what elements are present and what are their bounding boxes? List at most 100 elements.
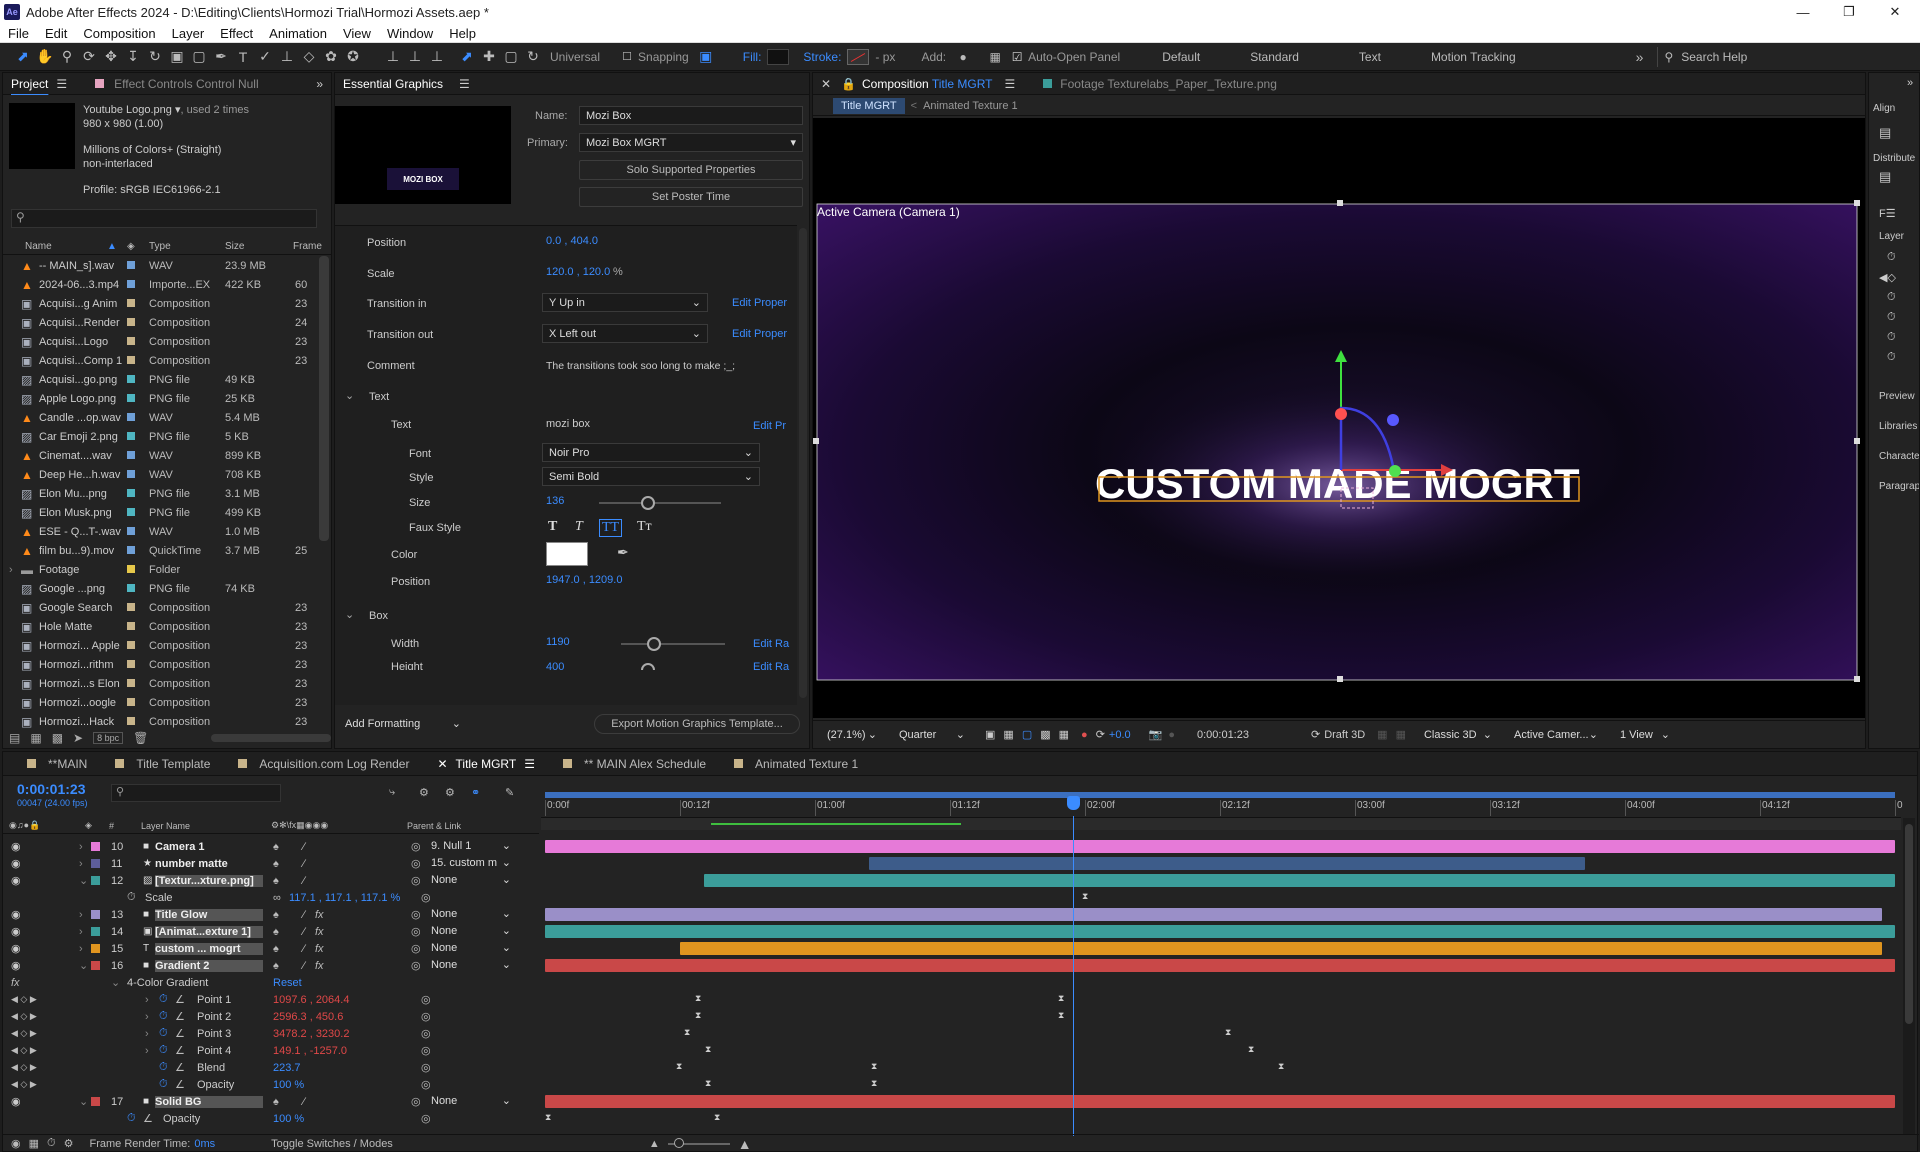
work-area-bar[interactable] xyxy=(545,792,1895,798)
keyframe-icon[interactable]: ⧗ xyxy=(676,1062,682,1071)
y-rotate-handle[interactable] xyxy=(1389,465,1401,477)
effect-prop-row[interactable]: ◀ ◇ ▶ › ⏱ ∠ Point 4 149.1 , -1257.0 ◎ xyxy=(3,1042,539,1059)
pickwhip-icon[interactable]: ◎ xyxy=(421,891,431,904)
shy-icon[interactable]: ⚙ xyxy=(445,786,455,799)
label-color-swatch[interactable] xyxy=(127,641,135,649)
type-tool-icon[interactable]: T xyxy=(232,46,254,68)
libraries-panel-label[interactable]: Libraries xyxy=(1879,421,1917,432)
zoom-dropdown[interactable]: (27.1%) ⌄ xyxy=(821,725,883,744)
align-icon[interactable]: ▤ xyxy=(1879,125,1891,141)
timeline-layer-row[interactable]: ◉ › 11 ★ number matte ♠ ∕ ◎ 15. custom m ⌄ xyxy=(3,855,539,872)
snapshot-icon[interactable]: 📷 xyxy=(1149,728,1163,741)
pickwhip-icon[interactable]: ◎ xyxy=(411,942,421,955)
prop-value[interactable]: 2596.3 , 450.6 xyxy=(273,1011,343,1023)
layer-panel-label[interactable]: Layer xyxy=(1879,231,1904,242)
eg-tab[interactable]: Essential Graphics xyxy=(335,77,451,91)
effect-prop-row[interactable]: ◀ ◇ ▶ ⏱ ∠ Blend 223.7 ◎ xyxy=(3,1059,539,1076)
rectangle-tool-icon[interactable]: ▢ xyxy=(188,46,210,68)
set-poster-time-button[interactable]: Set Poster Time xyxy=(579,187,803,207)
expand-arrow-icon[interactable]: › xyxy=(145,994,149,1006)
text-position-value[interactable]: 1947.0 , 1209.0 xyxy=(546,574,622,586)
new-comp-icon[interactable]: ▩ xyxy=(52,731,63,745)
name-input[interactable]: Mozi Box xyxy=(579,106,803,125)
effect-controls-tab[interactable]: Effect Controls Control Null xyxy=(95,77,259,91)
layer-name[interactable]: [Animat...exture 1] xyxy=(155,925,263,938)
eye-icon[interactable]: ◉ xyxy=(11,959,21,972)
keyframe-nav-icon[interactable]: ◀ ◇ ▶ xyxy=(11,1028,37,1039)
crumb-animated-texture[interactable]: Animated Texture 1 xyxy=(923,100,1018,112)
scale-prop-value[interactable]: 117.1 , 117.1 , 117.1 % xyxy=(289,892,400,904)
size-slider-handle[interactable] xyxy=(641,496,655,510)
pickwhip-icon[interactable]: ◎ xyxy=(421,1078,431,1091)
scale-tool-icon[interactable]: ▢ xyxy=(500,46,522,68)
stroke-swatch[interactable] xyxy=(847,48,870,65)
close-button[interactable]: ✕ xyxy=(1872,0,1918,24)
switch-shy-icon[interactable]: ♠ xyxy=(273,875,279,887)
universal-move-icon[interactable]: ⬈ xyxy=(456,46,478,68)
brush-tool-icon[interactable]: ✓ xyxy=(254,46,276,68)
time-ruler[interactable]: 0:00f 00:12f 01:00f 01:12f 02:00f 02:12f 03:00… xyxy=(541,792,1903,818)
solid-opacity-value[interactable]: 100 % xyxy=(273,1113,304,1125)
camera-view-dropdown[interactable]: Active Camer... ⌄ xyxy=(1508,725,1604,744)
pickwhip-icon[interactable]: ◎ xyxy=(411,840,421,853)
graph-icon[interactable]: ∠ xyxy=(175,1044,185,1057)
primary-dropdown[interactable]: Mozi Box MGRT ▾ xyxy=(579,133,803,152)
switch-quality-icon[interactable]: ∕ xyxy=(303,943,305,955)
bounds-handle[interactable] xyxy=(1854,200,1860,206)
width-slider-track[interactable] xyxy=(621,643,725,645)
world-axis-icon[interactable]: ⊥ xyxy=(404,46,426,68)
faux-italic-button[interactable]: T xyxy=(575,519,583,535)
layer-name[interactable]: number matte xyxy=(155,858,263,870)
faux-bold-button[interactable]: T xyxy=(548,519,557,535)
bounds-handle[interactable] xyxy=(1337,676,1343,682)
project-item[interactable]: ▨ Apple Logo.png PNG file 25 KB xyxy=(3,389,319,408)
snap-options-icon[interactable]: ▣ xyxy=(695,46,717,68)
rotate-tool-icon[interactable]: ↻ xyxy=(144,46,166,68)
toggle-transfer-icon[interactable]: ◉ xyxy=(11,1137,21,1150)
switch-shy-icon[interactable]: ♠ xyxy=(273,858,279,870)
pickwhip-icon[interactable]: ◎ xyxy=(411,908,421,921)
parent-dropdown[interactable]: None ⌄ xyxy=(429,940,513,955)
keyframe-icon[interactable]: ⧗ xyxy=(1058,994,1064,1003)
timeline-search-input[interactable]: ⚲ xyxy=(111,784,281,802)
anchor-tool-icon[interactable]: ▣ xyxy=(166,46,188,68)
pickwhip-icon[interactable]: ◎ xyxy=(421,1044,431,1057)
label-col-icon[interactable]: ◈ xyxy=(127,241,135,252)
col-size[interactable]: Size xyxy=(225,241,244,252)
search-help-field[interactable]: ⚲ Search Help xyxy=(1657,46,1853,67)
snapping-checkbox[interactable]: ☐ xyxy=(616,46,638,68)
keyframe-icon[interactable]: ⧗ xyxy=(1248,1045,1254,1054)
scale-value[interactable]: 120.0 , 120.0 xyxy=(546,266,610,278)
timeline-tab[interactable]: Acquisition.com Log Render xyxy=(222,757,421,771)
timeline-layer-row[interactable]: ◉ ⌄ 16 ■ Gradient 2 ♠ ∕ fx ◎ None ⌄ xyxy=(3,957,539,974)
menu-edit[interactable]: Edit xyxy=(37,26,75,41)
keyframe-icon[interactable]: ⧗ xyxy=(871,1062,877,1071)
project-item[interactable]: ▨ Google ...png PNG file 74 KB xyxy=(3,579,319,598)
layer-duration-bar[interactable] xyxy=(545,908,1882,921)
height-slider-handle[interactable] xyxy=(641,663,655,670)
project-item[interactable]: › ▬ Footage Folder xyxy=(3,560,319,579)
menu-help[interactable]: Help xyxy=(441,26,484,41)
lock-icon[interactable]: 🔒 xyxy=(839,77,858,91)
keyframe-icon[interactable]: ⧗ xyxy=(871,1079,877,1088)
bpc-button[interactable]: 8 bpc xyxy=(93,732,124,744)
pickwhip-icon[interactable]: ◎ xyxy=(421,1010,431,1023)
project-item[interactable]: ▣ Acquisi...Comp 1 Composition 23 xyxy=(3,351,319,370)
parent-dropdown[interactable]: None ⌄ xyxy=(429,906,513,921)
keyframe-icon[interactable]: ⧗ xyxy=(684,1028,690,1037)
layer-duration-bar[interactable] xyxy=(545,959,1895,972)
auto-open-checkbox[interactable]: ☑ xyxy=(1006,46,1028,68)
bounds-handle[interactable] xyxy=(1337,200,1343,206)
switch-shy-icon[interactable]: ♠ xyxy=(273,909,279,921)
transition-in-dropdown[interactable]: Y Up in ⌄ xyxy=(542,293,708,312)
timeline-tab[interactable]: Animated Texture 1 xyxy=(718,757,870,771)
label-color-swatch[interactable] xyxy=(127,432,135,440)
label-color-swatch[interactable] xyxy=(127,565,135,573)
stopwatch-icon[interactable]: ⏱ xyxy=(159,1010,168,1023)
project-item[interactable]: ▨ Elon Mu...png PNG file 3.1 MB xyxy=(3,484,319,503)
pickwhip-icon[interactable]: ◎ xyxy=(421,993,431,1006)
toggle-render-icon[interactable]: ⏱ xyxy=(47,1137,56,1150)
small-caps-button[interactable]: Tт xyxy=(637,519,652,535)
workspace-text[interactable]: Text xyxy=(1345,50,1395,64)
effect-row[interactable]: fx ⌄ 4-Color Gradient Reset xyxy=(3,974,539,991)
